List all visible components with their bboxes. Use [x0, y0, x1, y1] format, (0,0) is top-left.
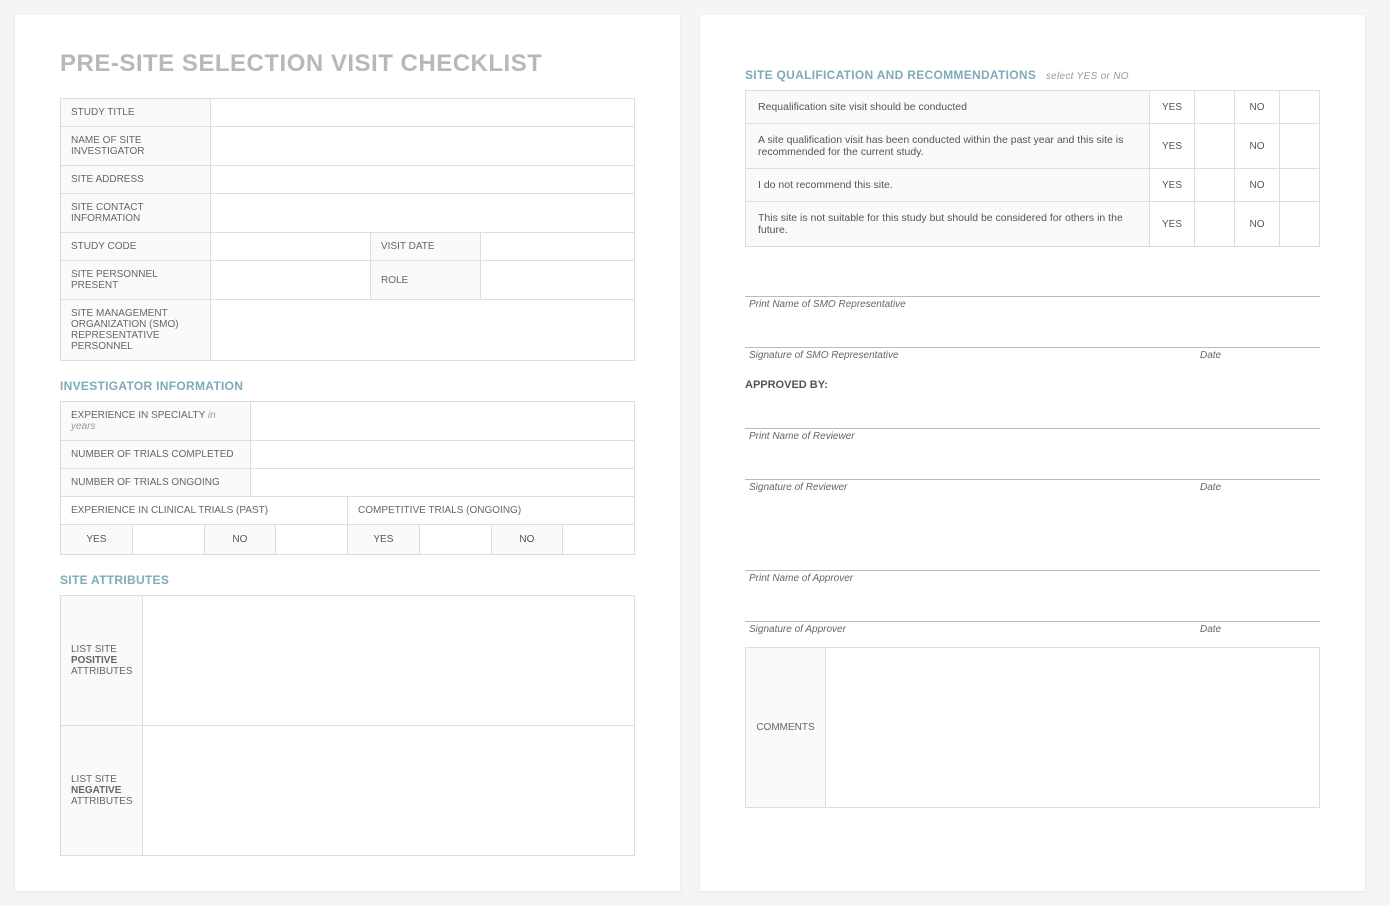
field-exp-specialty[interactable] [251, 402, 635, 441]
section-attributes: SITE ATTRIBUTES [60, 573, 635, 587]
qual-chk-no-2[interactable] [1280, 169, 1320, 202]
yesno-grid: YES NO YES NO [60, 524, 635, 555]
section-qualification: SITE QUALIFICATION AND RECOMMENDATIONS s… [745, 68, 1320, 82]
document-title: PRE-SITE SELECTION VISIT CHECKLIST [60, 50, 635, 78]
chk-ongoing-yes[interactable] [419, 525, 491, 555]
qual-yes-0: YES [1150, 91, 1195, 124]
label-personnel-present: SITE PERSONNEL PRESENT [61, 261, 211, 300]
sig-line-approver-sign[interactable] [745, 594, 1320, 622]
field-visit-date[interactable] [481, 233, 635, 261]
qual-question-1: A site qualification visit has been cond… [746, 124, 1150, 169]
label-exp-specialty: EXPERIENCE IN SPECIALTY in years [61, 402, 251, 441]
opt-past-yes: YES [61, 525, 133, 555]
label-trials-completed: NUMBER OF TRIALS COMPLETED [61, 441, 251, 469]
label-sig-smo: Signature of SMO Representative [745, 350, 1160, 361]
qual-row-1: A site qualification visit has been cond… [746, 124, 1320, 169]
opt-past-no: NO [204, 525, 276, 555]
qual-question-3: This site is not suitable for this study… [746, 202, 1150, 247]
field-site-address[interactable] [211, 166, 635, 194]
page-left: PRE-SITE SELECTION VISIT CHECKLIST STUDY… [15, 15, 680, 891]
label-negative-attrs: LIST SITE NEGATIVE ATTRIBUTES [61, 726, 143, 856]
label-investigator-name: NAME OF SITE INVESTIGATOR [61, 127, 211, 166]
opt-ongoing-yes: YES [348, 525, 420, 555]
field-personnel-present[interactable] [211, 261, 371, 300]
qual-chk-yes-1[interactable] [1195, 124, 1235, 169]
qual-yes-2: YES [1150, 169, 1195, 202]
label-study-code: STUDY CODE [61, 233, 211, 261]
field-comments[interactable] [826, 648, 1320, 808]
page-right: SITE QUALIFICATION AND RECOMMENDATIONS s… [700, 15, 1365, 891]
label-comments: COMMENTS [746, 648, 826, 808]
opt-ongoing-no: NO [491, 525, 563, 555]
attributes-table: LIST SITE POSITIVE ATTRIBUTES LIST SITE … [60, 595, 635, 856]
header-info-table: STUDY TITLE NAME OF SITE INVESTIGATOR SI… [60, 98, 635, 361]
qual-row-0: Requalification site visit should be con… [746, 91, 1320, 124]
qual-row-3: This site is not suitable for this study… [746, 202, 1320, 247]
label-study-title: STUDY TITLE [61, 99, 211, 127]
label-date-smo: Date [1200, 350, 1320, 361]
label-smo-rep: SITE MANAGEMENT ORGANIZATION (SMO) REPRE… [61, 300, 211, 361]
chk-ongoing-no[interactable] [563, 525, 635, 555]
qual-chk-yes-0[interactable] [1195, 91, 1235, 124]
section-investigator: INVESTIGATOR INFORMATION [60, 379, 635, 393]
field-role[interactable] [481, 261, 635, 300]
qual-chk-no-1[interactable] [1280, 124, 1320, 169]
label-print-smo: Print Name of SMO Representative [745, 299, 1320, 310]
label-print-approver: Print Name of Approver [745, 573, 1320, 584]
qual-chk-yes-3[interactable] [1195, 202, 1235, 247]
qual-chk-no-0[interactable] [1280, 91, 1320, 124]
qual-question-2: I do not recommend this site. [746, 169, 1150, 202]
qual-yes-3: YES [1150, 202, 1195, 247]
label-visit-date: VISIT DATE [371, 233, 481, 261]
qual-chk-no-3[interactable] [1280, 202, 1320, 247]
label-trials-ongoing: NUMBER OF TRIALS ONGOING [61, 469, 251, 497]
hint-select-yesno: select YES or NO [1046, 71, 1129, 82]
label-site-address: SITE ADDRESS [61, 166, 211, 194]
chk-past-no[interactable] [276, 525, 348, 555]
sig-line-smo-sign[interactable] [745, 320, 1320, 348]
qual-no-1: NO [1235, 124, 1280, 169]
sig-line-reviewer-print[interactable] [745, 401, 1320, 429]
qual-no-3: NO [1235, 202, 1280, 247]
label-exp-past: EXPERIENCE IN CLINICAL TRIALS (PAST) [61, 497, 348, 525]
label-date-reviewer: Date [1200, 482, 1320, 493]
field-trials-ongoing[interactable] [251, 469, 635, 497]
label-print-reviewer: Print Name of Reviewer [745, 431, 1320, 442]
label-comp-ongoing: COMPETITIVE TRIALS (ONGOING) [348, 497, 635, 525]
field-positive-attrs[interactable] [143, 596, 635, 726]
sig-line-smo-print[interactable] [745, 269, 1320, 297]
label-sig-reviewer: Signature of Reviewer [745, 482, 1160, 493]
qual-yes-1: YES [1150, 124, 1195, 169]
trials-yesno-table: EXPERIENCE IN CLINICAL TRIALS (PAST) COM… [60, 496, 635, 525]
field-investigator-name[interactable] [211, 127, 635, 166]
chk-past-yes[interactable] [132, 525, 204, 555]
label-site-contact: SITE CONTACT INFORMATION [61, 194, 211, 233]
qual-row-2: I do not recommend this site. YES NO [746, 169, 1320, 202]
approved-by-heading: APPROVED BY: [745, 379, 1320, 391]
qual-no-2: NO [1235, 169, 1280, 202]
label-role: ROLE [371, 261, 481, 300]
investigator-table: EXPERIENCE IN SPECIALTY in years NUMBER … [60, 401, 635, 497]
sig-line-approver-print[interactable] [745, 543, 1320, 571]
field-smo-rep[interactable] [211, 300, 635, 361]
label-sig-approver: Signature of Approver [745, 624, 1160, 635]
qual-no-0: NO [1235, 91, 1280, 124]
sig-line-reviewer-sign[interactable] [745, 452, 1320, 480]
comments-table: COMMENTS [745, 647, 1320, 808]
qual-question-0: Requalification site visit should be con… [746, 91, 1150, 124]
field-site-contact[interactable] [211, 194, 635, 233]
field-negative-attrs[interactable] [143, 726, 635, 856]
field-study-title[interactable] [211, 99, 635, 127]
field-study-code[interactable] [211, 233, 371, 261]
qualification-table: Requalification site visit should be con… [745, 90, 1320, 247]
qual-chk-yes-2[interactable] [1195, 169, 1235, 202]
field-trials-completed[interactable] [251, 441, 635, 469]
label-date-approver: Date [1200, 624, 1320, 635]
label-positive-attrs: LIST SITE POSITIVE ATTRIBUTES [61, 596, 143, 726]
